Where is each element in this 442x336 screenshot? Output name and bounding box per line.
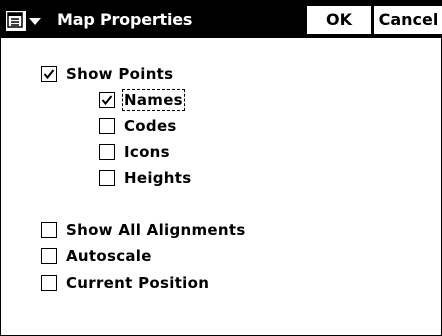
checkmark-icon <box>43 69 55 80</box>
window-menu-button[interactable] <box>6 10 46 32</box>
current-position-label: Current Position <box>66 274 210 292</box>
names-option[interactable]: Names <box>99 89 185 111</box>
names-label: Names <box>122 89 185 111</box>
codes-option[interactable]: Codes <box>99 115 177 137</box>
options-panel: Show Points Names Codes Icons Heights Sh… <box>1 38 441 335</box>
show-all-alignments-option[interactable]: Show All Alignments <box>41 219 246 241</box>
icons-label: Icons <box>124 143 170 161</box>
chevron-down-icon <box>29 18 41 25</box>
heights-checkbox[interactable] <box>99 170 115 186</box>
current-position-option[interactable]: Current Position <box>41 272 209 294</box>
show-all-alignments-label: Show All Alignments <box>66 221 246 239</box>
list-menu-icon <box>6 11 26 31</box>
checkmark-icon <box>101 95 113 106</box>
autoscale-option[interactable]: Autoscale <box>41 245 152 267</box>
show-points-checkbox[interactable] <box>41 66 57 82</box>
icons-checkbox[interactable] <box>99 144 115 160</box>
names-checkbox[interactable] <box>99 92 115 108</box>
icons-option[interactable]: Icons <box>99 141 170 163</box>
codes-checkbox[interactable] <box>99 118 115 134</box>
dialog-title: Map Properties <box>57 10 193 29</box>
current-position-checkbox[interactable] <box>41 275 57 291</box>
cancel-button[interactable]: Cancel <box>374 6 442 34</box>
title-bar: Map Properties OK Cancel <box>1 1 442 38</box>
autoscale-label: Autoscale <box>66 247 152 265</box>
show-points-option[interactable]: Show Points <box>41 63 173 85</box>
heights-option[interactable]: Heights <box>99 167 191 189</box>
show-all-alignments-checkbox[interactable] <box>41 222 57 238</box>
map-properties-dialog: Map Properties OK Cancel Show Points Nam… <box>0 0 442 336</box>
codes-label: Codes <box>124 117 177 135</box>
show-points-label: Show Points <box>66 65 174 83</box>
ok-button[interactable]: OK <box>307 6 371 34</box>
autoscale-checkbox[interactable] <box>41 248 57 264</box>
heights-label: Heights <box>124 169 192 187</box>
